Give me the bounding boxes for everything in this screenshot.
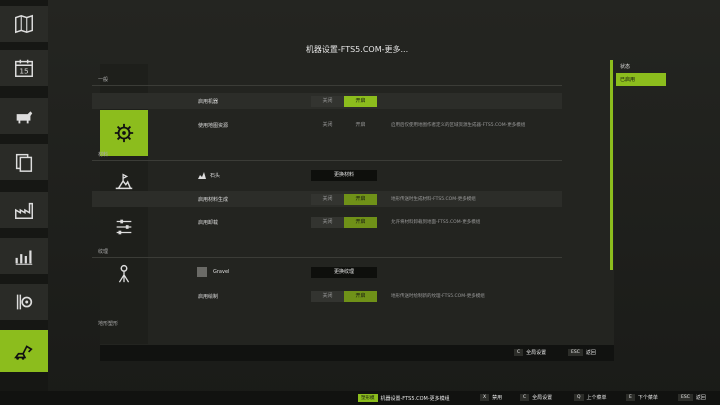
key-x: X (480, 394, 490, 401)
section-title-terrain: 地形塑形 (98, 321, 119, 327)
status-value: 已启用 (616, 73, 666, 86)
texture-name: Gravel (213, 269, 230, 275)
setting-description: 启用后仅使用地图作者定义的区域资源生成器-FTS5.COM-更多模组 (391, 123, 526, 128)
hint-label: 上个菜单 (586, 395, 607, 401)
material-gen-toggle[interactable]: 关闭 开启 (311, 193, 377, 205)
setting-description: 地形传送时生成材料-FTS5.COM-更多模组 (391, 197, 476, 202)
setting-label: 启用材料生成 (198, 196, 229, 203)
back-hint[interactable]: ESC 返回 (678, 394, 706, 401)
toggle-off[interactable]: 关闭 (311, 120, 344, 131)
production-icon (15, 202, 33, 219)
key-c: C (514, 349, 524, 356)
toggle-on[interactable]: 开启 (344, 290, 377, 302)
key-esc: ESC (678, 394, 693, 401)
key-esc: ESC (568, 349, 583, 356)
change-material-button[interactable]: 更换材料 (311, 169, 377, 181)
global-settings-hint[interactable]: C 全局设置 (514, 349, 546, 356)
sidebar-item-map[interactable] (0, 6, 48, 42)
section-title-texture: 纹理 (98, 249, 109, 255)
toggle-off[interactable]: 关闭 (311, 217, 344, 228)
main-sidebar: 15 (0, 0, 48, 405)
row-use-map-resources: 使用地图资源 关闭 开启 启用后仅使用地图作者定义的区域资源生成器-FTS5.C… (92, 117, 562, 133)
toggle-off[interactable]: 关闭 (311, 96, 344, 107)
row-enable-paint: 启用绘制 关闭 开启 地形传送时绘制新的纹理-FTS5.COM-更多模组 (92, 288, 562, 304)
stone-icon (198, 172, 206, 179)
settings-content: 一般 启用机器 关闭 开启 使用地图资源 关闭 开启 启用后仅使用地图作者定义的… (92, 36, 564, 332)
section-title-material: 材料 (98, 152, 109, 158)
sidebar-item-settings[interactable] (0, 284, 48, 320)
row-enable-material-gen: 启用材料生成 关闭 开启 地形传送时生成材料-FTS5.COM-更多模组 (92, 191, 562, 207)
hint-label: 禁用 (492, 395, 503, 401)
toggle-on[interactable]: 开启 (344, 193, 377, 205)
row-stone: 石头 更换材料 (92, 167, 562, 183)
mod-title: 塑形模 机器设置-FTS5.COM-更多模组 (358, 394, 450, 402)
mod-title-text: 机器设置-FTS5.COM-更多模组 (380, 395, 450, 402)
key-e: E (626, 394, 635, 401)
sidebar-item-calendar[interactable]: 15 (0, 50, 48, 86)
paint-toggle[interactable]: 关闭 开启 (311, 290, 377, 302)
setting-description: 允许将材料卸载到地面-FTS5.COM-更多模组 (391, 220, 481, 225)
global-settings-hint[interactable]: C 全局设置 (520, 394, 552, 401)
sidebar-item-construction[interactable] (0, 330, 48, 372)
settings-gears-icon (16, 294, 33, 310)
hint-label: 返回 (585, 350, 596, 356)
divider (92, 160, 562, 161)
setting-label: 启用绘制 (198, 293, 219, 300)
toggle-on[interactable]: 开启 (344, 216, 377, 228)
divider (92, 257, 562, 258)
mod-brand: 塑形模 (358, 394, 378, 402)
documents-icon (15, 153, 33, 172)
hint-label: 全局设置 (532, 395, 553, 401)
toggle-on[interactable]: 开启 (344, 120, 377, 131)
sidebar-item-contracts[interactable] (0, 144, 48, 180)
livestock-icon (16, 111, 33, 124)
calendar-icon: 15 (15, 59, 33, 77)
setting-label: 启用机器 (198, 98, 219, 105)
discharge-toggle[interactable]: 关闭 开启 (311, 216, 377, 228)
dialog-footer: C 全局设置 ESC 返回 (100, 345, 614, 361)
material-name: 石头 (210, 172, 221, 179)
sidebar-item-statistics[interactable] (0, 238, 48, 274)
use-map-resources-toggle[interactable]: 关闭 开启 (311, 120, 377, 131)
sidebar-item-livestock[interactable] (0, 98, 48, 134)
setting-label: 使用地图资源 (198, 122, 229, 129)
row-enable-discharge: 启用卸载 关闭 开启 允许将材料卸载到地面-FTS5.COM-更多模组 (92, 214, 562, 230)
section-title-general: 一般 (98, 77, 109, 83)
divider (92, 85, 562, 86)
setting-label: 启用卸载 (198, 219, 219, 226)
sidebar-item-production[interactable] (0, 192, 48, 228)
construction-icon (14, 345, 33, 360)
next-menu-hint[interactable]: E 下个菜单 (626, 394, 658, 401)
change-texture-button[interactable]: 更换纹理 (311, 266, 377, 278)
map-icon (15, 14, 33, 34)
setting-description: 地形传送时绘制新的纹理-FTS5.COM-更多模组 (391, 294, 485, 299)
toggle-on[interactable]: 开启 (344, 95, 377, 107)
status-panel: 状态 已启用 (616, 60, 666, 100)
back-hint[interactable]: ESC 返回 (568, 349, 596, 356)
disable-hint[interactable]: X 禁用 (480, 394, 502, 401)
prev-menu-hint[interactable]: Q 上个菜单 (574, 394, 607, 401)
enable-machine-toggle[interactable]: 关闭 开启 (311, 95, 377, 107)
gravel-texture-swatch (197, 267, 207, 277)
svg-text:15: 15 (19, 67, 29, 76)
key-q: Q (574, 394, 584, 401)
hint-label: 返回 (695, 395, 706, 401)
row-gravel: Gravel 更换纹理 (92, 264, 562, 280)
status-label: 状态 (620, 64, 631, 70)
statistics-icon (15, 250, 33, 265)
hint-label: 下个菜单 (637, 395, 658, 401)
hint-label: 全局设置 (526, 350, 547, 356)
row-enable-machine: 启用机器 关闭 开启 (92, 93, 562, 109)
toggle-off[interactable]: 关闭 (311, 194, 344, 205)
toggle-off[interactable]: 关闭 (311, 291, 344, 302)
bottom-hint-bar: 塑形模 机器设置-FTS5.COM-更多模组 X 禁用 C 全局设置 Q 上个菜… (0, 391, 720, 405)
key-c: C (520, 394, 530, 401)
scrollbar[interactable] (610, 60, 613, 270)
